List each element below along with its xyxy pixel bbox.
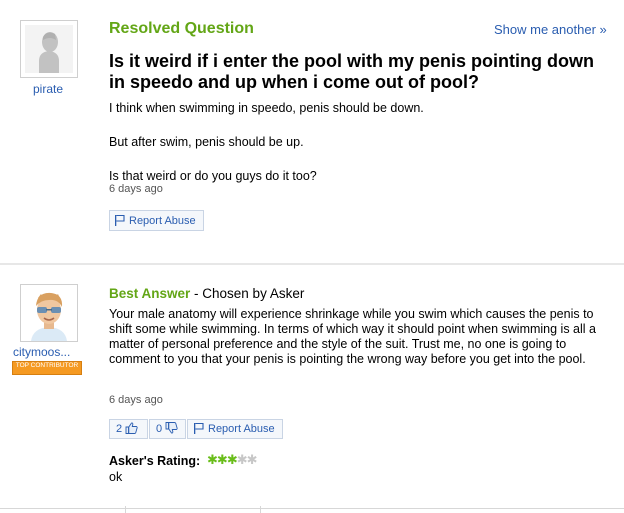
rating-stars: ✱✱✱✱✱: [207, 452, 258, 468]
default-avatar-icon: [25, 25, 73, 73]
answerer-avatar-icon: [21, 285, 77, 341]
thumbs-down-button[interactable]: 0: [149, 419, 186, 439]
star-filled-icon: ✱: [226, 452, 238, 467]
bottom-divider: [0, 508, 624, 509]
best-answer-label: Best Answer: [109, 286, 191, 301]
star-filled-icon: ✱: [216, 452, 228, 467]
thumbs-down-count: 0: [156, 423, 163, 435]
answer-timestamp: 6 days ago: [109, 394, 163, 406]
top-contributor-badge[interactable]: TOP CONTRIBUTOR: [12, 361, 82, 375]
star-empty-icon: ✱: [246, 452, 258, 467]
question-body-line: But after swim, penis should be up.: [109, 135, 304, 149]
report-abuse-label: Report Abuse: [129, 215, 196, 227]
question-section: pirate Resolved Question Show me another…: [0, 0, 624, 255]
question-title: Is it weird if i enter the pool with my …: [109, 51, 595, 92]
section-divider: [0, 263, 624, 265]
report-abuse-label: Report Abuse: [208, 423, 275, 435]
asker-avatar[interactable]: [20, 20, 78, 78]
thumbs-up-button[interactable]: 2: [109, 419, 148, 439]
star-empty-icon: ✱: [236, 452, 248, 467]
answerer-avatar[interactable]: [20, 284, 78, 342]
flag-icon: [115, 213, 125, 226]
question-body-line: I think when swimming in speedo, penis s…: [109, 101, 424, 115]
chosen-by-text: - Chosen by Asker: [190, 286, 305, 301]
asker-username[interactable]: pirate: [28, 82, 68, 96]
question-body: I think when swimming in speedo, penis s…: [109, 100, 599, 185]
answer-body: Your male anatomy will experience shrink…: [109, 307, 596, 366]
answerer-username[interactable]: citymoos...: [13, 345, 70, 359]
rating-comment: ok: [109, 470, 123, 484]
thumbs-up-count: 2: [116, 423, 123, 435]
bottom-divider-tick: [260, 506, 261, 513]
question-report-abuse-button[interactable]: Report Abuse: [109, 210, 204, 231]
show-another-link[interactable]: Show me another »: [494, 22, 607, 37]
thumbs-down-icon: [165, 422, 178, 441]
best-answer-heading: Best Answer - Chosen by Asker: [109, 286, 304, 301]
question-body-line: Is that weird or do you guys do it too?: [109, 169, 317, 183]
answer-report-abuse-button[interactable]: Report Abuse: [187, 419, 283, 439]
askers-rating-label: Asker's Rating:: [109, 454, 201, 468]
resolved-question-heading: Resolved Question: [109, 20, 254, 37]
bottom-divider-tick: [125, 506, 126, 513]
thumbs-up-icon: [125, 422, 138, 441]
star-filled-icon: ✱: [207, 452, 218, 467]
question-timestamp: 6 days ago: [109, 183, 163, 195]
flag-icon: [194, 422, 204, 434]
